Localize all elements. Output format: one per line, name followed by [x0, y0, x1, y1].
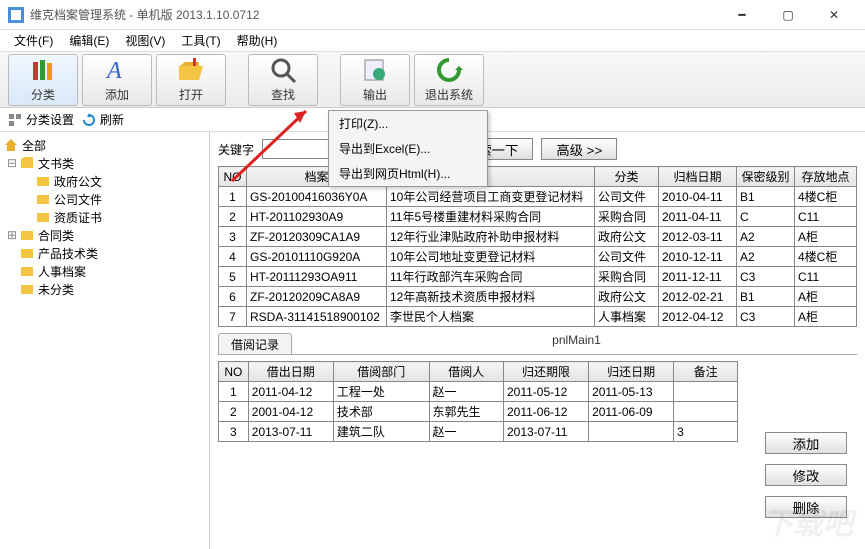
search-row: 关键字 搜索一下 高级 >> [210, 132, 865, 166]
folder-icon [36, 210, 50, 224]
table-row[interactable]: 2HT-201102930A911年5号楼重建材料采购合同采购合同2011-04… [219, 207, 857, 227]
col-cat[interactable]: 分类 [595, 167, 659, 187]
maximize-button[interactable]: ▢ [765, 0, 811, 30]
toolbar-export-button[interactable]: 输出 [340, 54, 410, 106]
borrow-table: NO 借出日期 借阅部门 借阅人 归还期限 归还日期 备注 12011-04-1… [218, 361, 738, 442]
menubar: 文件(F) 编辑(E) 视图(V) 工具(T) 帮助(H) [0, 30, 865, 52]
export-icon [361, 56, 389, 84]
collapse-icon[interactable]: ⊟ [4, 156, 20, 170]
close-button[interactable]: ✕ [811, 0, 857, 30]
watermark: 下载吧 [763, 499, 853, 543]
tree-contracts[interactable]: ⊞ 合同类 [0, 226, 209, 244]
tree-docs-child[interactable]: 政府公文 [0, 172, 209, 190]
table-row[interactable]: 6ZF-20120209CA8A912年高新技术资质申报材料政府公文2012-0… [219, 287, 857, 307]
search-icon [269, 56, 297, 84]
menu-tools[interactable]: 工具(T) [173, 30, 228, 51]
tree-product[interactable]: 产品技术类 [0, 244, 209, 262]
tree-docs[interactable]: ⊟ 文书类 [0, 154, 209, 172]
tree-icon [8, 113, 22, 127]
refresh-icon [82, 113, 96, 127]
detail-tabs: 借阅记录 pnlMain1 [218, 333, 857, 355]
table-row[interactable]: 7RSDA-31141518900102李世民个人档案人事档案2012-04-1… [219, 307, 857, 327]
tree-uncat[interactable]: 未分类 [0, 280, 209, 298]
minimize-button[interactable]: ━ [719, 0, 765, 30]
dropdown-print[interactable]: 打印(Z)... [329, 111, 487, 136]
table-row[interactable]: 22001-04-12技术部东郭先生2011-06-122011-06-09 [219, 402, 738, 422]
col-date[interactable]: 归档日期 [659, 167, 737, 187]
table-row[interactable]: 1GS-20100416036Y0A10年公司经营项目工商变更登记材料公司文件2… [219, 187, 857, 207]
dropdown-excel[interactable]: 导出到Excel(E)... [329, 136, 487, 161]
dropdown-html[interactable]: 导出到网页Html(H)... [329, 161, 487, 186]
folder-icon [20, 282, 34, 296]
table-row[interactable]: 32013-07-11建筑二队赵一2013-07-113 [219, 422, 738, 442]
toolbar-exit-button[interactable]: 退出系统 [414, 54, 484, 106]
advanced-button[interactable]: 高级 >> [541, 138, 617, 160]
menu-edit[interactable]: 编辑(E) [61, 30, 117, 51]
export-dropdown: 打印(Z)... 导出到Excel(E)... 导出到网页Html(H)... [328, 110, 488, 187]
folder-open-icon [177, 56, 205, 84]
table-row[interactable]: 12011-04-12工程一处赵一2011-05-122011-05-13 [219, 382, 738, 402]
app-icon [8, 7, 24, 23]
menu-view[interactable]: 视图(V) [117, 30, 173, 51]
svg-text:A: A [105, 58, 122, 84]
home-icon [4, 138, 18, 152]
window-title: 维克档案管理系统 - 单机版 2013.1.10.0712 [30, 6, 719, 23]
folder-icon [20, 246, 34, 260]
main-panel: 关键字 搜索一下 高级 >> NO 档案 分类 归档日期 保密级别 存放地点 1… [210, 132, 865, 549]
add-icon: A [103, 56, 131, 84]
folder-icon [20, 264, 34, 278]
archives-table: NO 档案 分类 归档日期 保密级别 存放地点 1GS-20100416036Y… [218, 166, 857, 327]
category-settings-button[interactable]: 分类设置 [8, 111, 74, 128]
folder-open-icon [20, 156, 34, 170]
exit-icon [435, 56, 463, 84]
tree-hr[interactable]: 人事档案 [0, 262, 209, 280]
tab-borrow[interactable]: 借阅记录 [218, 333, 292, 354]
table-row[interactable]: 5HT-20111293OA91111年行政部汽车采购合同采购合同2011-12… [219, 267, 857, 287]
refresh-button[interactable]: 刷新 [82, 111, 124, 128]
search-label: 关键字 [218, 141, 254, 158]
add-borrow-button[interactable]: 添加 [765, 432, 847, 454]
expand-icon[interactable]: ⊞ [4, 228, 20, 242]
titlebar: 维克档案管理系统 - 单机版 2013.1.10.0712 ━ ▢ ✕ [0, 0, 865, 30]
toolbar: 分类 A 添加 打开 查找 输出 退出系统 [0, 52, 865, 108]
tree-docs-child[interactable]: 公司文件 [0, 190, 209, 208]
folder-icon [36, 192, 50, 206]
table-row[interactable]: 4GS-20101110G920A10年公司地址变更登记材料公司文件2010-1… [219, 247, 857, 267]
category-tree: 全部 ⊟ 文书类 政府公文 公司文件 资质证书 ⊞ 合同类 产品技术类 人事档案… [0, 132, 210, 549]
folder-icon [20, 228, 34, 242]
toolbar-find-button[interactable]: 查找 [248, 54, 318, 106]
toolbar-open-button[interactable]: 打开 [156, 54, 226, 106]
tree-docs-child[interactable]: 资质证书 [0, 208, 209, 226]
toolbar-add-button[interactable]: A 添加 [82, 54, 152, 106]
col-no[interactable]: NO [219, 167, 247, 187]
menu-help[interactable]: 帮助(H) [229, 30, 286, 51]
col-lvl[interactable]: 保密级别 [737, 167, 795, 187]
books-icon [29, 56, 57, 84]
edit-borrow-button[interactable]: 修改 [765, 464, 847, 486]
col-loc[interactable]: 存放地点 [795, 167, 857, 187]
menu-file[interactable]: 文件(F) [6, 30, 61, 51]
tree-root[interactable]: 全部 [0, 136, 209, 154]
toolbar-category-button[interactable]: 分类 [8, 54, 78, 106]
folder-icon [36, 174, 50, 188]
table-row[interactable]: 3ZF-20120309CA1A912年行业津贴政府补助申报材料政府公文2012… [219, 227, 857, 247]
pnl-label: pnlMain1 [296, 333, 857, 354]
